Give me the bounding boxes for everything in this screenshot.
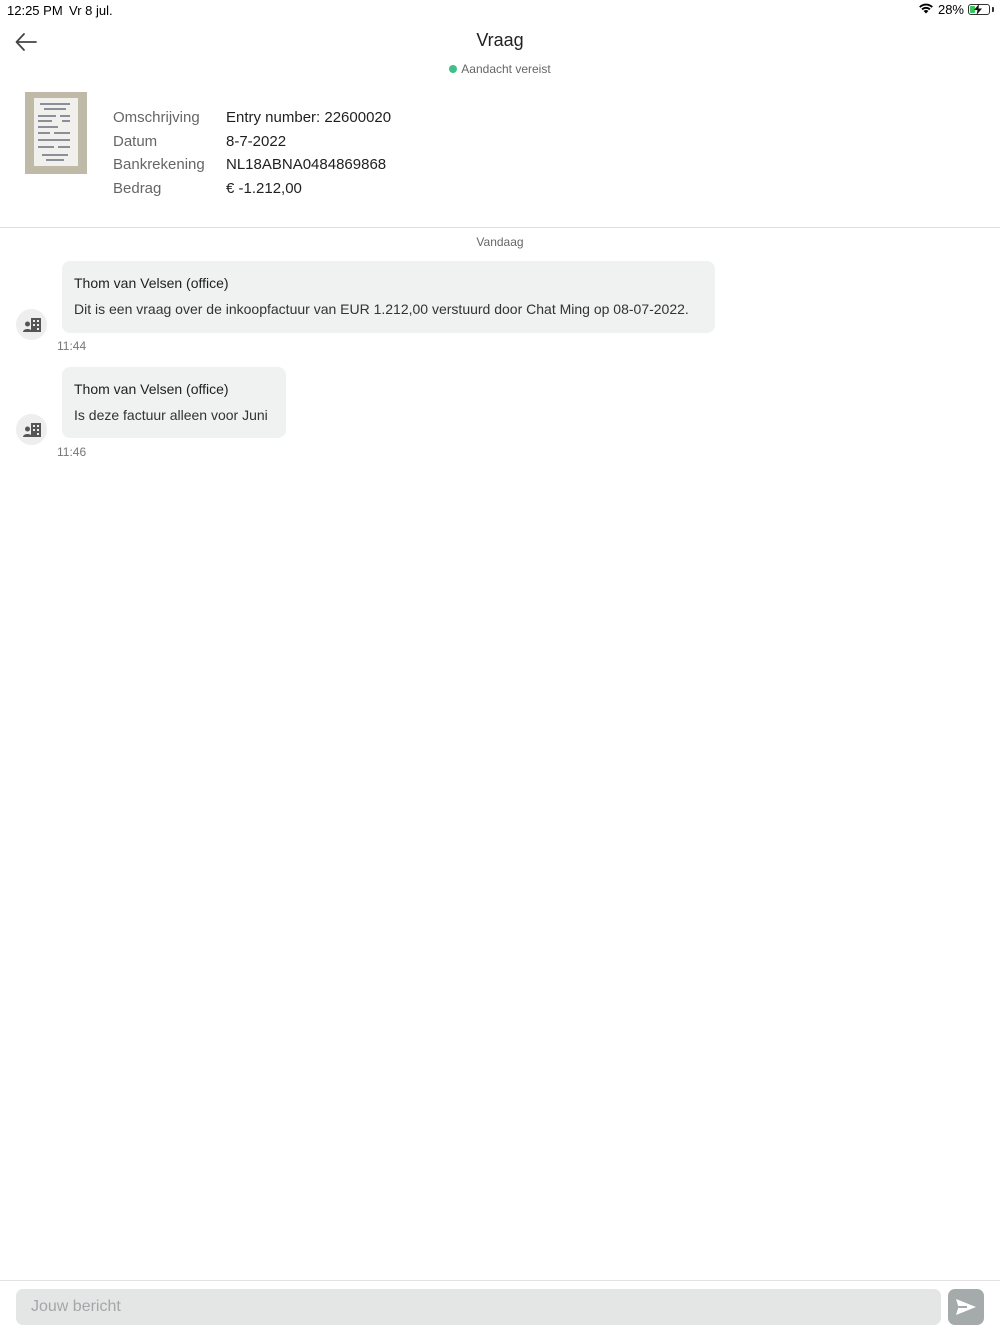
receipt-paper: [34, 98, 78, 166]
send-button[interactable]: [948, 1289, 984, 1325]
detail-row-bank-account: Bankrekening NL18ABNA0484869868: [113, 153, 391, 177]
detail-row-description: Omschrijving Entry number: 22600020: [113, 106, 391, 130]
message-time: 11:44: [57, 339, 87, 353]
battery-percentage: 28%: [937, 2, 964, 17]
sender-avatar: [16, 414, 47, 445]
message-input[interactable]: [16, 1289, 941, 1325]
receipt-thumbnail[interactable]: [25, 92, 87, 174]
day-separator: Vandaag: [476, 235, 524, 249]
section-divider: [0, 227, 1000, 228]
message-text: Is deze factuur alleen voor Juni: [74, 407, 268, 423]
battery-tip: [992, 7, 994, 12]
status-indicators: 28%: [918, 2, 994, 17]
message-sender: Thom van Velsen (office): [74, 381, 229, 397]
message-time: 11:46: [57, 445, 87, 459]
status-date: Vr 8 jul.: [69, 3, 113, 18]
sender-avatar: [16, 309, 47, 340]
message-text: Dit is een vraag over de inkoopfactuur v…: [74, 301, 689, 317]
status-dot: [449, 65, 458, 73]
message-bubble: Thom van Velsen (office) Is deze factuur…: [62, 367, 286, 438]
chat-screen: 12:25 PM Vr 8 jul. 28% Vraag Aandacht ve…: [0, 0, 1000, 1334]
detail-value: Entry number: 22600020: [226, 109, 392, 127]
detail-label: Bedrag: [113, 179, 162, 197]
bolt-icon: [974, 4, 982, 15]
detail-row-date: Datum 8-7-2022: [113, 130, 391, 154]
message-bubble: Thom van Velsen (office) Dit is een vraa…: [62, 261, 715, 333]
detail-value: 8-7-2022: [226, 132, 287, 150]
detail-value: NL18ABNA0484869868: [226, 156, 387, 174]
wifi-icon: [918, 2, 934, 17]
send-icon: [956, 1299, 976, 1315]
battery-icon: [968, 4, 990, 15]
detail-value: € -1.212,00: [226, 179, 302, 197]
composer-divider: [0, 1280, 1000, 1281]
office-contact-icon: [22, 422, 41, 437]
office-contact-icon: [22, 317, 41, 332]
message-sender: Thom van Velsen (office): [74, 275, 229, 291]
detail-row-amount: Bedrag € -1.212,00: [113, 177, 391, 201]
detail-label: Datum: [113, 132, 158, 150]
page-title: Vraag: [476, 30, 524, 50]
status-label: Aandacht vereist: [461, 62, 551, 76]
status-bar: 12:25 PM Vr 8 jul. 28%: [0, 0, 1000, 22]
status-time: 12:25 PM: [7, 3, 63, 18]
detail-label: Omschrijving: [113, 109, 200, 127]
transaction-details: Omschrijving Entry number: 22600020 Datu…: [113, 106, 391, 200]
detail-label: Bankrekening: [113, 156, 205, 174]
status-indicator: Aandacht vereist: [0, 62, 1000, 76]
